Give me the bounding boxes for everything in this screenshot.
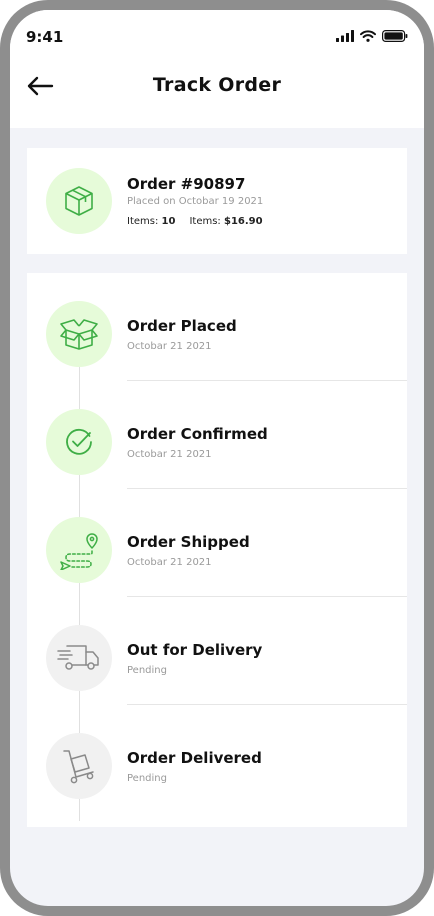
step-icon-badge [46, 301, 112, 367]
screen: 9:41 Track Order Order #90897 Placed on … [10, 10, 424, 906]
timeline-step-order-placed[interactable]: Order Placed Octobar 21 2021 [27, 273, 407, 381]
delivery-truck-icon [57, 645, 99, 670]
step-icon-badge [46, 733, 112, 799]
order-summary-card[interactable]: Order #90897 Placed on Octobar 19 2021 I… [27, 148, 407, 254]
package-icon [65, 186, 93, 216]
page-title: Track Order [152, 74, 282, 96]
hand-truck-icon [63, 750, 94, 784]
timeline-step-order-shipped[interactable]: Order Shipped Octobar 21 2021 [27, 489, 407, 597]
order-number: Order #90897 [127, 175, 246, 193]
step-icon-badge [46, 517, 112, 583]
battery-icon [382, 30, 408, 42]
status-icons [336, 30, 408, 42]
timeline-step-out-for-delivery[interactable]: Out for Delivery Pending [27, 597, 407, 705]
home-indicator [150, 891, 284, 896]
step-title: Out for Delivery [127, 641, 263, 659]
timeline-step-order-delivered[interactable]: Order Delivered Pending [27, 705, 407, 813]
step-title: Order Delivered [127, 749, 262, 767]
items-total: Items: $16.90 [189, 216, 263, 227]
items-count: Items: 10 [127, 216, 176, 227]
order-meta: Items: 10 Items: $16.90 [127, 216, 263, 227]
step-date: Octobar 21 2021 [127, 341, 212, 352]
order-placed-date: Placed on Octobar 19 2021 [127, 196, 264, 207]
step-icon-badge [46, 625, 112, 691]
phone-frame: 9:41 Track Order Order #90897 Placed on … [0, 0, 434, 916]
route-pin-icon [60, 533, 98, 570]
step-title: Order Confirmed [127, 425, 268, 443]
timeline-step-order-confirmed[interactable]: Order Confirmed Octobar 21 2021 [27, 381, 407, 489]
step-date: Octobar 21 2021 [127, 449, 212, 460]
step-date: Octobar 21 2021 [127, 557, 212, 568]
wifi-icon [360, 30, 376, 42]
step-title: Order Placed [127, 317, 237, 335]
tracking-timeline: Order Placed Octobar 21 2021 Order Confi… [27, 273, 407, 827]
signal-icon [336, 30, 354, 42]
top-bar: 9:41 Track Order [10, 10, 424, 128]
status-time: 9:41 [26, 28, 64, 46]
step-icon-badge [46, 409, 112, 475]
order-icon-badge [46, 168, 112, 234]
step-status: Pending [127, 665, 167, 676]
step-status: Pending [127, 773, 167, 784]
check-circle-icon [66, 428, 92, 455]
step-title: Order Shipped [127, 533, 250, 551]
open-box-icon [60, 319, 98, 350]
